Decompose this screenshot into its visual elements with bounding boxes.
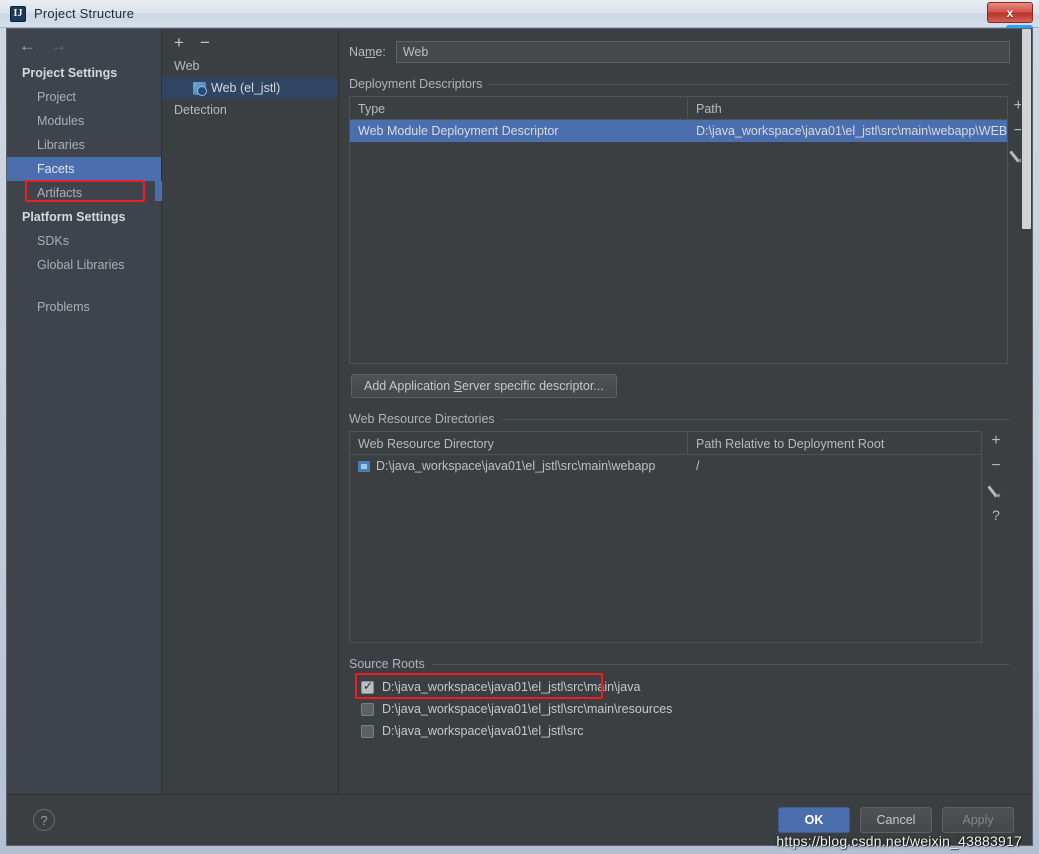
nav-arrows: ← → [7, 29, 161, 61]
checkbox-icon[interactable] [361, 724, 374, 738]
watermark-text: https://blog.csdn.net/weixin_43883917 [776, 833, 1022, 849]
tree-node-detection[interactable]: Detection [162, 99, 338, 121]
source-roots-section: Source Roots D:\java_workspace\java01\el… [349, 657, 1010, 742]
sidebar-item-artifacts[interactable]: Artifacts [7, 181, 161, 205]
deployment-table: Type Path Web Module Deployment Descript… [349, 96, 1009, 364]
deployment-table-body: Web Module Deployment Descriptor D:\java… [350, 120, 1008, 363]
tree-node-web-el-jstl[interactable]: Web (el_jstl) [162, 77, 338, 99]
close-window-button[interactable]: x [987, 2, 1033, 23]
web-resources-side-buttons: + − ? [982, 431, 1010, 643]
deployment-section-label: Deployment Descriptors [349, 77, 483, 91]
edit-web-resource-pencil-icon[interactable] [990, 484, 1003, 497]
column-header-relative-path: Path Relative to Deployment Root [696, 437, 885, 451]
apply-button[interactable]: Apply [942, 807, 1014, 833]
main-scrollbar-thumb[interactable] [1022, 29, 1031, 229]
section-divider [489, 83, 1010, 85]
deployment-table-header: Type Path [350, 97, 1008, 120]
list-item[interactable]: D:\java_workspace\java01\el_jstl\src [349, 720, 1010, 742]
column-header-directory: Web Resource Directory [350, 432, 688, 454]
column-header-path: Path [696, 102, 722, 116]
web-resources-table: Web Resource Directory Path Relative to … [349, 431, 982, 643]
facets-tree-panel: + − Web Web (el_jstl) Detection [162, 29, 339, 794]
cell-directory-text: D:\java_workspace\java01\el_jstl\src\mai… [376, 459, 656, 473]
name-label: Name: [349, 45, 386, 59]
ok-button[interactable]: OK [778, 807, 850, 833]
web-resources-table-wrap: Web Resource Directory Path Relative to … [349, 431, 1010, 643]
cell-directory: D:\java_workspace\java01\el_jstl\src\mai… [350, 459, 688, 473]
sidebar-group-project-settings: Project Settings [22, 66, 118, 80]
source-root-path: D:\java_workspace\java01\el_jstl\src\mai… [382, 680, 641, 694]
tree-node-label: Web (el_jstl) [211, 81, 281, 95]
web-facet-icon [193, 81, 207, 96]
sidebar-item-modules[interactable]: Modules [7, 109, 161, 133]
help-button[interactable]: ? [33, 809, 55, 831]
sidebar-item-facets[interactable]: Facets [7, 157, 161, 181]
add-web-resource-button[interactable]: + [986, 433, 1006, 449]
checkbox-checked-icon[interactable] [361, 679, 374, 694]
cell-path: D:\java_workspace\java01\el_jstl\src\mai… [696, 124, 1008, 138]
source-roots-section-title: Source Roots [349, 657, 1010, 671]
sidebar-item-problems[interactable]: Problems [7, 295, 161, 319]
source-root-path: D:\java_workspace\java01\el_jstl\src [382, 724, 584, 738]
remove-facet-button[interactable]: − [200, 34, 210, 51]
cancel-button[interactable]: Cancel [860, 807, 932, 833]
cell-relative-path: / [696, 459, 700, 473]
dialog-content: ← → Project Settings Project Modules Lib… [7, 29, 1032, 795]
tree-node-web[interactable]: Web [162, 55, 338, 77]
list-item[interactable]: D:\java_workspace\java01\el_jstl\src\mai… [349, 698, 1010, 720]
deployment-descriptors-section: Deployment Descriptors Type Path Web Mod [349, 77, 1023, 398]
facet-detail-panel: Name: Web Deployment Descriptors Type Pa… [339, 29, 1032, 794]
dialog-footer: ? OK Cancel Apply https://blog.csdn.net/… [7, 795, 1032, 849]
footer-buttons: OK Cancel Apply [778, 807, 1014, 833]
sidebar-group-platform-settings: Platform Settings [22, 210, 126, 224]
back-arrow-icon[interactable]: ← [19, 37, 36, 54]
deployment-section-title: Deployment Descriptors [349, 77, 1010, 91]
table-row[interactable]: Web Module Deployment Descriptor D:\java… [350, 120, 1008, 142]
source-root-path: D:\java_workspace\java01\el_jstl\src\mai… [382, 702, 673, 716]
web-resources-section-label: Web Resource Directories [349, 412, 495, 426]
section-divider [501, 418, 1010, 420]
cell-type: Web Module Deployment Descriptor [358, 124, 559, 138]
table-row[interactable]: D:\java_workspace\java01\el_jstl\src\mai… [350, 455, 981, 477]
name-row: Name: Web [349, 29, 1032, 63]
folder-icon [358, 460, 370, 472]
source-roots-list: D:\java_workspace\java01\el_jstl\src\mai… [349, 673, 1010, 742]
facets-toolbar: + − [162, 29, 338, 55]
name-input[interactable]: Web [395, 41, 1010, 63]
web-resources-help-button[interactable]: ? [986, 508, 1006, 522]
add-facet-button[interactable]: + [174, 34, 184, 51]
section-divider [431, 663, 1010, 665]
facets-selection-edge [155, 181, 162, 201]
main-scrollbar[interactable] [1021, 29, 1032, 794]
checkbox-icon[interactable] [361, 702, 374, 716]
forward-arrow-icon[interactable]: → [50, 37, 67, 54]
add-app-server-descriptor-button[interactable]: Add Application Server specific descript… [351, 374, 617, 398]
settings-sidebar: ← → Project Settings Project Modules Lib… [7, 29, 162, 794]
remove-web-resource-button[interactable]: − [986, 458, 1006, 474]
sidebar-item-global-libraries[interactable]: Global Libraries [7, 253, 161, 277]
column-header-type: Type [350, 97, 688, 119]
deployment-table-wrap: Type Path Web Module Deployment Descript… [349, 96, 1023, 364]
web-resources-table-body: D:\java_workspace\java01\el_jstl\src\mai… [350, 455, 981, 642]
web-resource-directories-section: Web Resource Directories Web Resource Di… [349, 412, 1010, 643]
title-bar: IJ Project Structure x [0, 0, 1039, 28]
desktop-window: IJ Project Structure x ∞ ← → Project Set… [0, 0, 1039, 854]
web-resources-table-header: Web Resource Directory Path Relative to … [350, 432, 981, 455]
list-item[interactable]: D:\java_workspace\java01\el_jstl\src\mai… [349, 676, 1010, 698]
source-roots-section-label: Source Roots [349, 657, 425, 671]
app-logo-icon: IJ [10, 5, 26, 22]
sidebar-item-libraries[interactable]: Libraries [7, 133, 161, 157]
sidebar-item-project[interactable]: Project [7, 85, 161, 109]
project-structure-dialog: ← → Project Settings Project Modules Lib… [6, 28, 1033, 849]
sidebar-item-sdks[interactable]: SDKs [7, 229, 161, 253]
web-resources-section-title: Web Resource Directories [349, 412, 1010, 426]
window-title: Project Structure [34, 6, 135, 21]
